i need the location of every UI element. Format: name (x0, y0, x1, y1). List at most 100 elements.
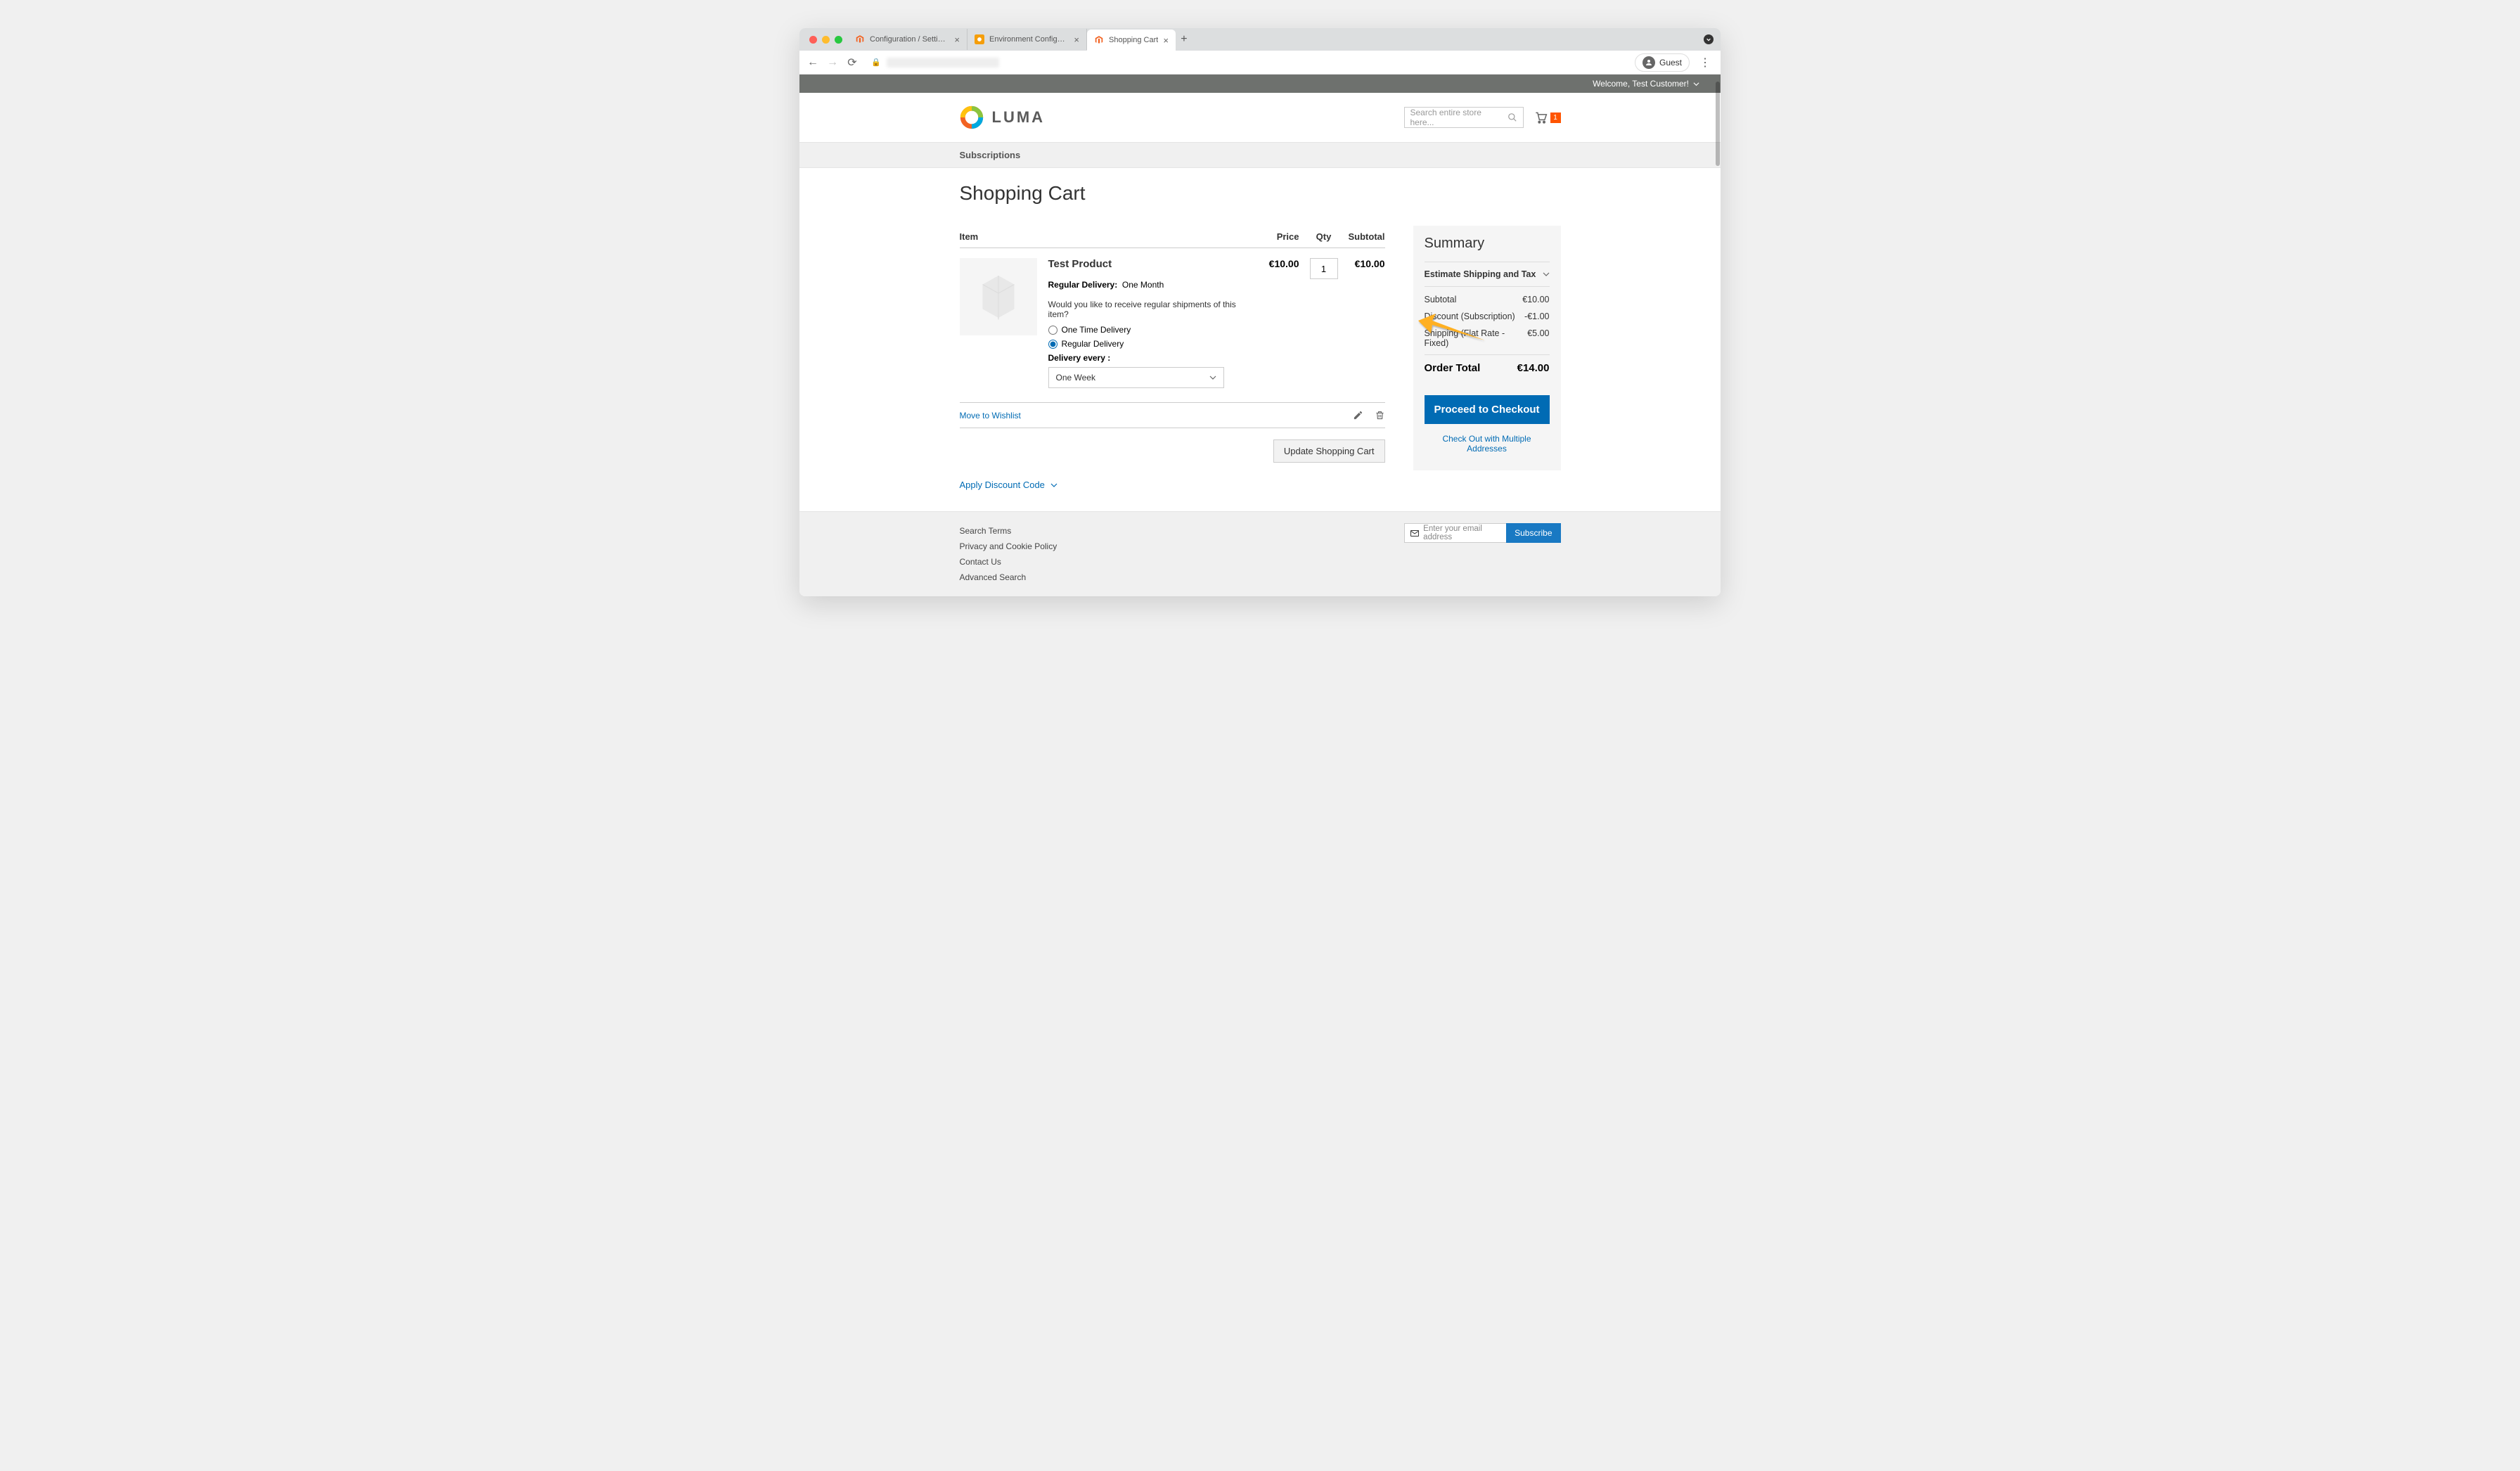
newsletter-email-input[interactable]: Enter your email address (1404, 523, 1506, 543)
scrollbar[interactable] (1715, 75, 1721, 596)
minimize-window-button[interactable] (822, 36, 830, 44)
estimate-shipping-toggle[interactable]: Estimate Shipping and Tax (1425, 262, 1550, 287)
cart-item-row: Test Product Regular Delivery: One Month… (960, 248, 1385, 389)
maximize-window-button[interactable] (835, 36, 842, 44)
summary-line: Discount (Subscription)-€1.00 (1425, 308, 1550, 325)
product-thumbnail[interactable] (960, 258, 1037, 335)
browser-tab-2[interactable]: Shopping Cart × (1087, 30, 1176, 51)
profile-label: Guest (1659, 58, 1682, 68)
item-price: €10.00 (1269, 248, 1299, 389)
delivery-frequency-select[interactable]: One Week (1048, 367, 1224, 388)
envelope-icon (1410, 529, 1419, 537)
magento-favicon-icon (855, 34, 865, 44)
col-item: Item (960, 226, 1269, 248)
lock-icon: 🔒 (871, 58, 881, 67)
tab-label: Environment Configuration for (989, 35, 1069, 44)
browser-tabbar: Configuration / Settings / Store × Envir… (799, 28, 1721, 51)
placeholder-icon (977, 272, 1020, 321)
close-tab-icon[interactable]: × (954, 34, 960, 45)
collapse-tabs-icon[interactable] (1704, 34, 1714, 44)
tab-label: Configuration / Settings / Store (870, 35, 949, 44)
radio-regular[interactable] (1048, 340, 1058, 349)
apply-discount-toggle[interactable]: Apply Discount Code (960, 480, 1385, 490)
chevron-down-icon (1209, 374, 1216, 381)
app-favicon-icon (975, 34, 984, 44)
forward-button[interactable]: → (826, 56, 839, 69)
footer-link[interactable]: Advanced Search (960, 570, 1058, 585)
subscription-question: Would you like to receive regular shipme… (1048, 300, 1255, 319)
tab-label: Shopping Cart (1109, 36, 1158, 44)
browser-tab-1[interactable]: Environment Configuration for × (968, 29, 1087, 50)
avatar-icon (1642, 56, 1655, 69)
update-cart-button[interactable]: Update Shopping Cart (1273, 439, 1385, 463)
window-controls (806, 36, 848, 44)
reload-button[interactable]: ⟳ (846, 56, 859, 70)
close-tab-icon[interactable]: × (1074, 34, 1079, 45)
page-title: Shopping Cart (960, 182, 1561, 205)
search-input[interactable]: Search entire store here... (1404, 107, 1524, 128)
footer-link[interactable]: Contact Us (960, 554, 1058, 570)
qty-input[interactable] (1310, 258, 1338, 279)
pencil-icon (1353, 410, 1363, 420)
scrollbar-thumb[interactable] (1716, 82, 1720, 166)
profile-chip[interactable]: Guest (1635, 53, 1690, 72)
browser-window: Configuration / Settings / Store × Envir… (799, 28, 1721, 596)
cart-count-badge: 1 (1550, 113, 1561, 123)
nav-subscriptions[interactable]: Subscriptions (960, 150, 1021, 160)
browser-toolbar: ← → ⟳ 🔒 Guest ⋮ (799, 51, 1721, 75)
subscribe-button[interactable]: Subscribe (1506, 523, 1560, 543)
col-price: Price (1269, 226, 1299, 248)
summary-sidebar: Summary Estimate Shipping and Tax Subtot… (1413, 226, 1561, 490)
option-regular[interactable]: Regular Delivery (1048, 339, 1255, 349)
chevron-down-icon (1693, 81, 1699, 87)
page-viewport: Welcome, Test Customer! LUMA Sea (799, 75, 1721, 596)
footer-link[interactable]: Search Terms (960, 523, 1058, 539)
minicart-button[interactable]: 1 (1534, 110, 1561, 124)
url-text (887, 58, 999, 68)
back-button[interactable]: ← (806, 56, 819, 69)
regular-delivery-meta: Regular Delivery: One Month (1048, 280, 1255, 290)
logo-text: LUMA (992, 108, 1046, 127)
col-subtotal: Subtotal (1349, 226, 1385, 248)
newsletter-form: Enter your email address Subscribe (1404, 523, 1560, 585)
option-one-time[interactable]: One Time Delivery (1048, 325, 1255, 335)
remove-item-button[interactable] (1375, 410, 1385, 420)
item-subtotal: €10.00 (1349, 248, 1385, 389)
search-icon (1508, 113, 1517, 122)
edit-item-button[interactable] (1353, 410, 1363, 420)
close-tab-icon[interactable]: × (1163, 35, 1169, 46)
radio-one-time[interactable] (1048, 326, 1058, 335)
welcome-text: Welcome, Test Customer! (1593, 79, 1689, 89)
order-total: Order Total €14.00 (1425, 354, 1550, 381)
footer-links: Search Terms Privacy and Cookie Policy C… (960, 523, 1058, 585)
summary-line: Shipping (Flat Rate - Fixed)€5.00 (1425, 325, 1550, 352)
store-header: LUMA Search entire store here... 1 (799, 93, 1721, 142)
cart-table: Item Price Qty Subtotal (960, 226, 1385, 388)
delivery-every-label: Delivery every : (1048, 353, 1255, 363)
store-topbar: Welcome, Test Customer! (799, 75, 1721, 93)
browser-tab-0[interactable]: Configuration / Settings / Store × (848, 29, 968, 50)
chevron-down-icon (1050, 482, 1058, 489)
store-logo[interactable]: LUMA (960, 105, 1046, 129)
address-bar[interactable]: 🔒 (866, 54, 1628, 71)
close-window-button[interactable] (809, 36, 817, 44)
chevron-down-icon (1543, 271, 1550, 278)
welcome-dropdown[interactable]: Welcome, Test Customer! (1593, 79, 1699, 89)
search-placeholder: Search entire store here... (1410, 108, 1508, 127)
multiple-addresses-link[interactable]: Check Out with Multiple Addresses (1425, 434, 1550, 454)
cart-icon (1534, 110, 1548, 124)
cart-main: Item Price Qty Subtotal (960, 226, 1385, 490)
browser-menu-button[interactable]: ⋮ (1697, 56, 1714, 70)
page-content: Shopping Cart Item Price Qty Subtotal (799, 168, 1721, 511)
luma-logo-icon (960, 105, 984, 129)
summary-title: Summary (1425, 236, 1550, 252)
move-to-wishlist-link[interactable]: Move to Wishlist (960, 411, 1021, 420)
magento-favicon-icon (1094, 35, 1104, 45)
footer-link[interactable]: Privacy and Cookie Policy (960, 539, 1058, 554)
proceed-to-checkout-button[interactable]: Proceed to Checkout (1425, 395, 1550, 424)
main-nav: Subscriptions (799, 142, 1721, 168)
summary-line: Subtotal€10.00 (1425, 291, 1550, 308)
product-name[interactable]: Test Product (1048, 258, 1255, 270)
store-footer: Search Terms Privacy and Cookie Policy C… (799, 511, 1721, 596)
new-tab-button[interactable]: + (1176, 33, 1192, 46)
